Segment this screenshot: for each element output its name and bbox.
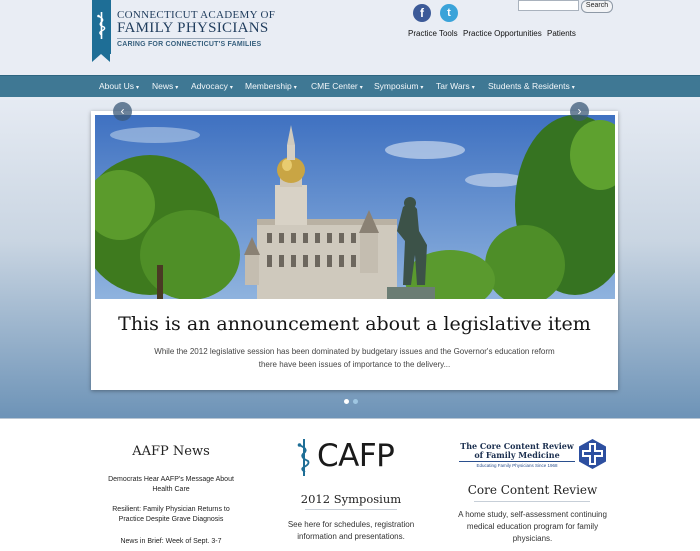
feature-columns: AAFP News Democrats Hear AAFP's Message …	[0, 418, 700, 551]
ccr-description: A home study, self-assessment continuing…	[458, 510, 607, 543]
ccr-logo-line2: of Family Medicine	[474, 450, 560, 460]
nav-label: Students & Residents	[488, 81, 570, 91]
main-nav: About Us ▾ News ▾ Advocacy ▾ Membership ▾ CM…	[0, 75, 700, 98]
title-underline	[474, 501, 590, 502]
logo-ribbon[interactable]	[92, 0, 111, 62]
nav-item-membership[interactable]: Membership ▾	[245, 81, 297, 91]
chevron-down-icon: ▾	[229, 85, 233, 91]
nav-item-cme-center[interactable]: CME Center ▾	[311, 81, 363, 91]
logo-org-line2[interactable]: FAMILY PHYSICIANS	[117, 20, 269, 37]
util-link-practice-tools[interactable]: Practice Tools	[408, 29, 458, 38]
search-button[interactable]: Search	[581, 0, 613, 13]
twitter-icon[interactable]: t	[440, 4, 458, 22]
ccr-title[interactable]: Core Content Review	[455, 483, 610, 497]
chevron-down-icon: ▾	[175, 85, 179, 91]
chevron-down-icon: ▾	[293, 85, 297, 91]
ccr-logo-line3: Educating Family Physicians Since 1968	[459, 461, 575, 468]
site-header: CONNECTICUT ACADEMY OF FAMILY PHYSICIANS…	[0, 0, 700, 75]
symposium-description: See here for schedules, registration inf…	[287, 520, 415, 541]
aafp-news-title[interactable]: AAFP News	[100, 444, 242, 459]
nav-label: About Us	[99, 81, 134, 91]
capitol-photo	[95, 115, 615, 299]
news-item[interactable]: News in Brief: Week of Sept. 3-7	[100, 537, 242, 547]
slide-headline[interactable]: This is an announcement about a legislat…	[91, 313, 618, 335]
chevron-down-icon: ▾	[420, 85, 424, 91]
title-underline	[305, 509, 397, 510]
nav-item-students-residents[interactable]: Students & Residents ▾	[488, 81, 575, 91]
chevron-down-icon: ▾	[571, 85, 575, 91]
chevron-down-icon: ▾	[359, 85, 363, 91]
nav-label: Tar Wars	[436, 81, 470, 91]
nav-label: News	[152, 81, 174, 91]
news-item[interactable]: Resilient: Family Physician Returns to P…	[100, 505, 242, 525]
nav-item-advocacy[interactable]: Advocacy ▾	[191, 81, 233, 91]
util-link-patients[interactable]: Patients	[547, 29, 576, 38]
nav-item-about-us[interactable]: About Us ▾	[99, 81, 139, 91]
facebook-icon[interactable]: f	[413, 4, 431, 22]
ccr-logo[interactable]: The Core Content Review of Family Medici…	[459, 439, 609, 473]
nav-label: Membership	[245, 81, 292, 91]
util-link-practice-opportunities[interactable]: Practice Opportunities	[463, 29, 542, 38]
nav-item-tar-wars[interactable]: Tar Wars ▾	[436, 81, 475, 91]
cafp-logo-text: CAFP	[317, 438, 395, 474]
nav-label: CME Center	[311, 81, 358, 91]
news-item[interactable]: Democrats Hear AAFP's Message About Heal…	[100, 475, 242, 495]
slide-dot-1[interactable]	[344, 399, 349, 404]
nav-label: Advocacy	[191, 81, 228, 91]
cross-emblem-icon	[579, 439, 606, 469]
slide-dot-2[interactable]	[353, 399, 358, 404]
caduceus-icon	[297, 439, 310, 476]
chevron-down-icon: ▾	[135, 85, 139, 91]
caduceus-icon	[97, 12, 106, 39]
chevron-right-icon[interactable]: ›	[570, 102, 589, 121]
chevron-down-icon: ▾	[471, 85, 475, 91]
search-input[interactable]	[518, 0, 579, 11]
nav-item-news[interactable]: News ▾	[152, 81, 178, 91]
announcement-slider: This is an announcement about a legislat…	[91, 111, 618, 390]
nav-label: Symposium	[374, 81, 419, 91]
slide-teaser: While the 2012 legislative session has b…	[154, 347, 555, 369]
cafp-logo[interactable]: CAFP	[296, 435, 416, 479]
chevron-left-icon[interactable]: ‹	[113, 102, 132, 121]
logo-tagline: CARING FOR CONNECTICUT'S FAMILIES	[117, 41, 262, 48]
logo-divider	[117, 38, 245, 39]
symposium-title[interactable]: 2012 Symposium	[275, 492, 427, 506]
nav-item-symposium[interactable]: Symposium ▾	[374, 81, 423, 91]
